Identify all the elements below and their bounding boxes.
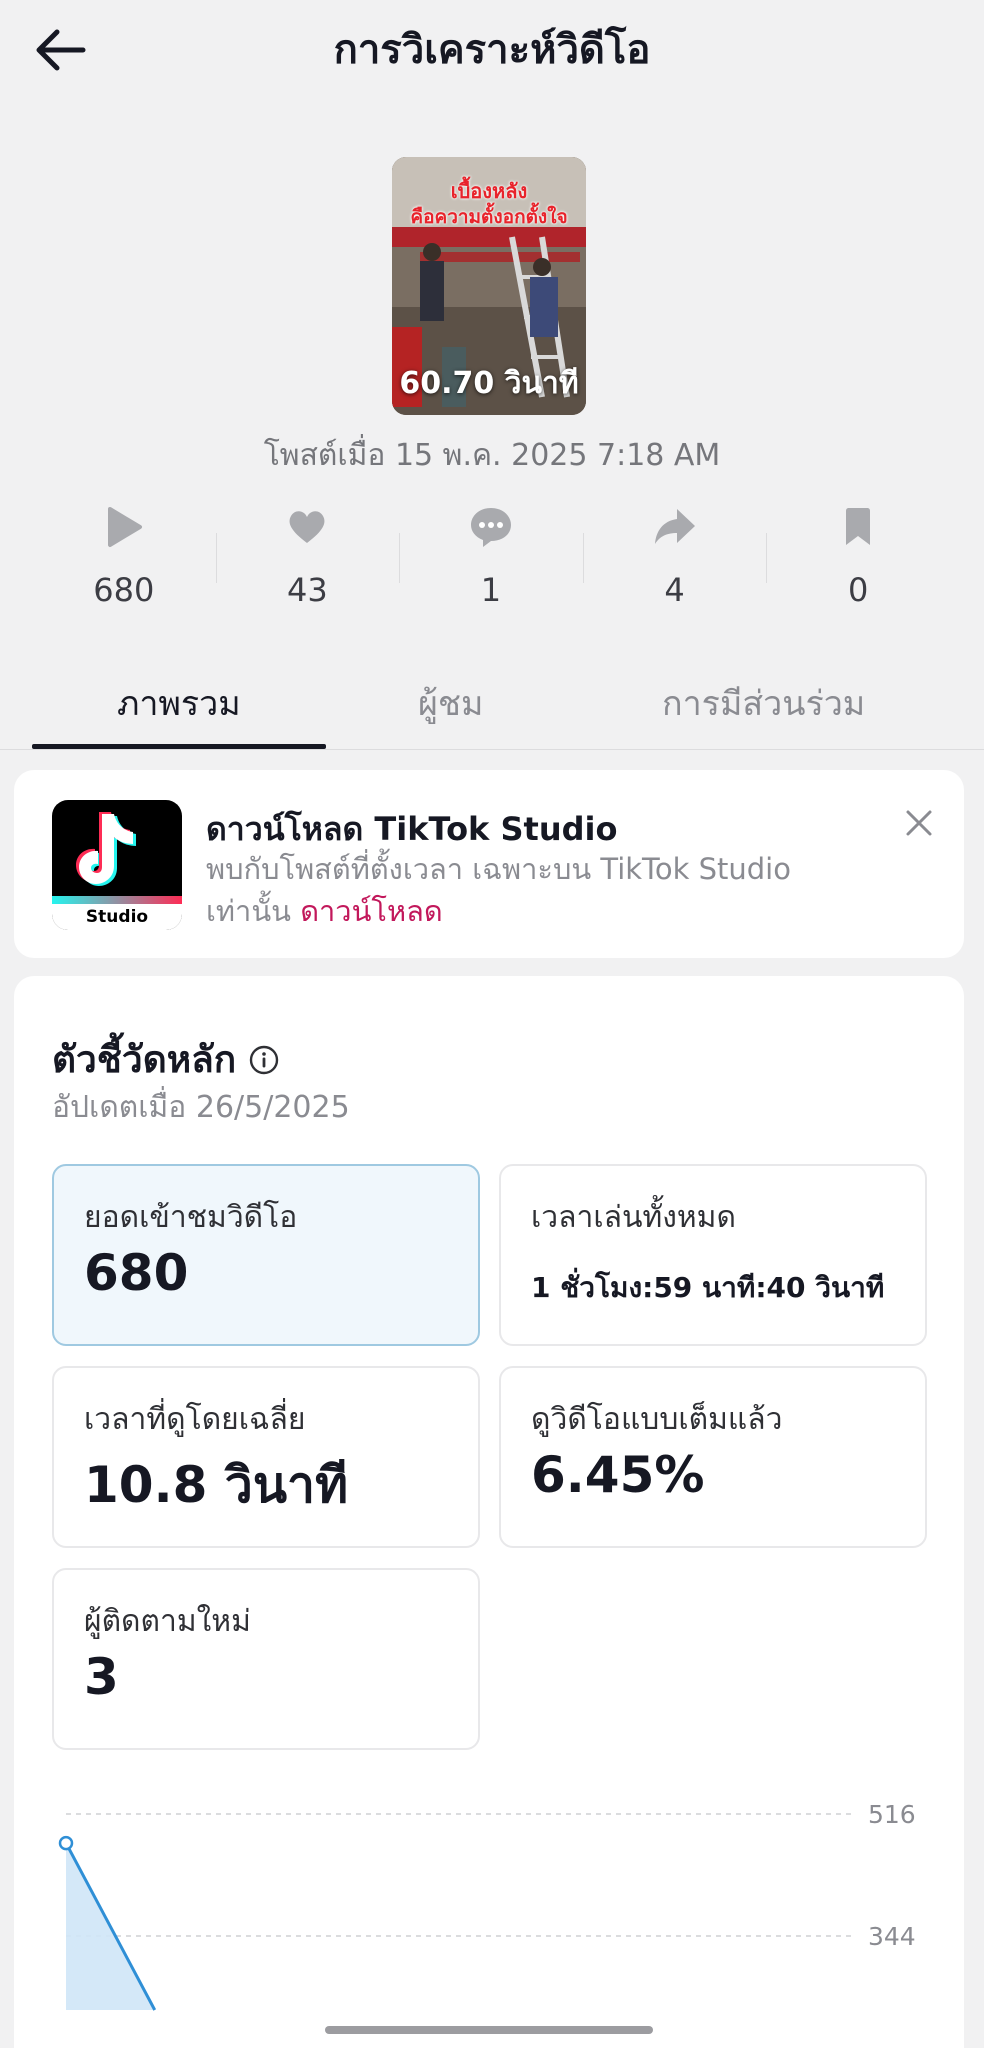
metric-value: 10.8 วินาที	[84, 1456, 349, 1514]
stat-value: 680	[93, 571, 155, 609]
metric-tile-average-watch-time[interactable]: เวลาที่ดูโดยเฉลี่ย 10.8 วินาที	[52, 1366, 480, 1548]
promo-description-text: พบกับโพสต์ที่ตั้งเวลา เฉพาะบน TikTok Stu…	[206, 852, 791, 928]
metric-tile-views[interactable]: ยอดเข้าชมวิดีโอ 680	[52, 1164, 480, 1346]
page-title: การวิเคราะห์วิดีโอ	[333, 27, 651, 73]
metric-label: ดูวิดีโอแบบเต็มแล้ว	[531, 1402, 783, 1437]
video-thumbnail[interactable]: เบื้องหลัง คือความตั้งอกตั้งใจ 60.70 วิน…	[392, 157, 586, 415]
heart-icon	[285, 505, 329, 549]
tiktok-note-icon	[76, 812, 136, 886]
comment-icon	[469, 505, 513, 549]
stat-comments: 1	[399, 505, 583, 625]
metric-value: 6.45%	[531, 1446, 705, 1504]
info-icon[interactable]	[248, 1044, 280, 1076]
promo-description: พบกับโพสต์ที่ตั้งเวลา เฉพาะบน TikTok Stu…	[206, 848, 866, 932]
stat-shares: 4	[582, 505, 767, 625]
tab-active-indicator	[32, 744, 326, 749]
views-chart: 516 344	[58, 1800, 916, 2011]
play-icon	[102, 505, 146, 549]
tab-engagement[interactable]: การมีส่วนร่วม	[662, 676, 865, 730]
metric-tile-total-watch-time[interactable]: เวลาเล่นทั้งหมด 1 ชั่วโมง:59 นาที:40 วิน…	[499, 1164, 927, 1346]
chart-y-tick-label: 344	[868, 1922, 916, 1951]
metric-value: 680	[84, 1244, 189, 1302]
metric-value: 1 ชั่วโมง:59 นาที:40 วินาที	[531, 1271, 885, 1304]
metric-label: ผู้ติดตามใหม่	[84, 1604, 251, 1639]
posted-date: โพสต์เมื่อ 15 พ.ค. 2025 7:18 AM	[263, 438, 721, 473]
video-overlay-line2: คือความตั้งอกตั้งใจ	[410, 206, 568, 228]
stat-likes: 43	[215, 505, 400, 625]
metric-label: ยอดเข้าชมวิดีโอ	[84, 1200, 298, 1235]
stat-value: 4	[664, 571, 685, 609]
metric-tile-full-video-watched[interactable]: ดูวิดีโอแบบเต็มแล้ว 6.45%	[499, 1366, 927, 1548]
app-icon-label: Studio	[52, 904, 182, 930]
close-icon	[906, 810, 932, 836]
metric-label: เวลาเล่นทั้งหมด	[531, 1200, 736, 1235]
app-icon-stripe	[52, 896, 182, 904]
close-button[interactable]	[896, 800, 942, 846]
chart-y-tick-label: 516	[868, 1800, 916, 1829]
video-duration: 60.70 วินาที	[399, 366, 579, 401]
bookmark-icon	[836, 505, 880, 549]
promo-download-link[interactable]: ดาวน์โหลด	[300, 894, 443, 928]
home-indicator[interactable]	[325, 2026, 653, 2034]
metrics-title-text: ตัวชี้วัดหลัก	[52, 1038, 237, 1081]
metrics-title: ตัวชี้วัดหลัก	[52, 1030, 280, 1089]
stat-saves: 0	[766, 505, 950, 625]
metrics-updated-date: อัปเดตเมื่อ 26/5/2025	[52, 1090, 350, 1125]
stat-value: 1	[480, 571, 502, 609]
chart-data-point[interactable]	[58, 1835, 74, 1851]
tiktok-studio-app-icon: Studio	[52, 800, 182, 930]
metric-label: เวลาที่ดูโดยเฉลี่ย	[84, 1402, 306, 1437]
metric-tile-new-followers[interactable]: ผู้ติดตามใหม่ 3	[52, 1568, 480, 1750]
metric-value: 3	[84, 1648, 119, 1706]
share-icon	[653, 505, 697, 549]
tab-bar: ภาพรวม ผู้ชม การมีส่วนร่วม	[0, 668, 984, 750]
header: การวิเคราะห์วิดีโอ	[0, 0, 984, 100]
tab-audience[interactable]: ผู้ชม	[418, 676, 483, 730]
stat-value: 43	[287, 571, 328, 609]
tab-overview[interactable]: ภาพรวม	[117, 676, 241, 730]
engagement-stats: 680 43 1 4 0	[32, 505, 950, 625]
stat-value: 0	[847, 571, 869, 609]
stat-views: 680	[32, 505, 216, 625]
studio-promo-banner: Studio ดาวน์โหลด TikTok Studio พบกับโพสต…	[14, 770, 964, 958]
